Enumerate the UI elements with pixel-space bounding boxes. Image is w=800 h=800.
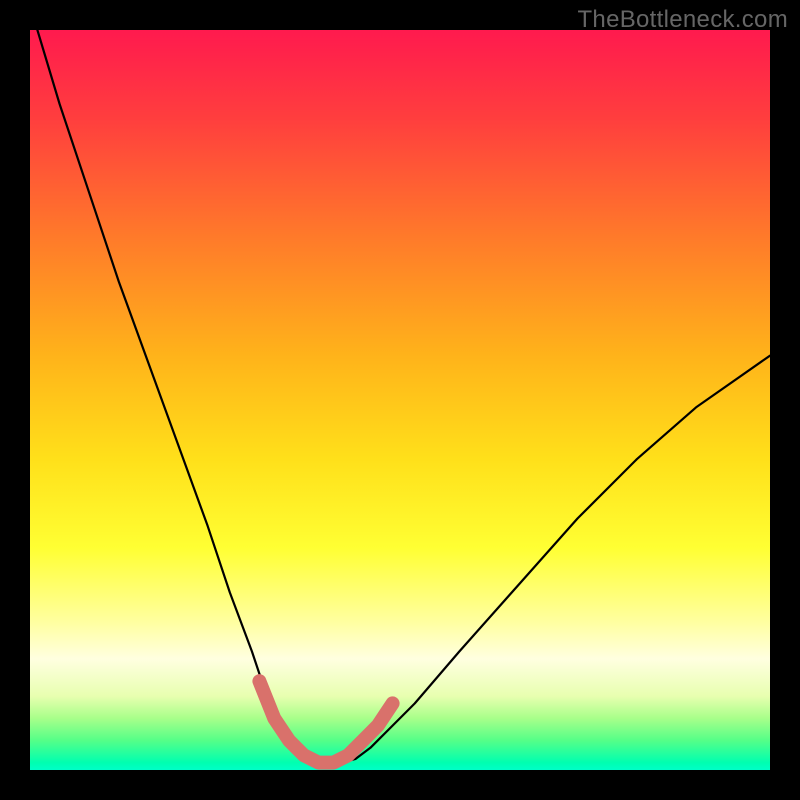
optimal-zone-marker	[259, 681, 392, 762]
plot-area	[30, 30, 770, 770]
bottleneck-curve	[37, 30, 770, 763]
chart-stage: TheBottleneck.com	[0, 0, 800, 800]
chart-svg	[30, 30, 770, 770]
